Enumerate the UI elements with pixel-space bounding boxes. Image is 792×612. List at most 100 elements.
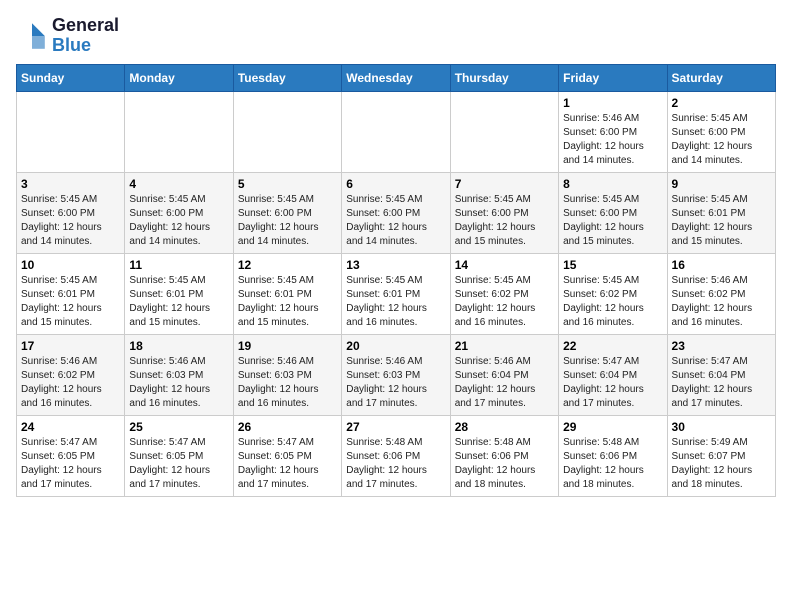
calendar-week-row: 3 Sunrise: 5:45 AM Sunset: 6:00 PM Daylig… [17,172,776,253]
calendar-cell: 20 Sunrise: 5:46 AM Sunset: 6:03 PM Dayli… [342,334,450,415]
day-info: Sunrise: 5:48 AM Sunset: 6:06 PM Dayligh… [563,436,662,492]
calendar-cell: 8 Sunrise: 5:45 AM Sunset: 6:00 PM Daylig… [559,172,667,253]
calendar-cell: 5Sunrise: 5:45 AM Sunset: 6:00 PM Daylig… [233,172,341,253]
page-header: GeneralBlue [16,16,776,56]
calendar-cell [125,91,233,172]
calendar-cell: 25Sunrise: 5:47 AM Sunset: 6:05 PM Dayli… [125,415,233,496]
calendar-cell: 16 Sunrise: 5:46 AM Sunset: 6:02 PM Dayli… [667,253,775,334]
calendar-body: 1Sunrise: 5:46 AM Sunset: 6:00 PM Daylig… [17,91,776,496]
day-info: Sunrise: 5:47 AM Sunset: 6:04 PM Dayligh… [563,355,662,411]
calendar-cell: 27 Sunrise: 5:48 AM Sunset: 6:06 PM Dayli… [342,415,450,496]
calendar-cell: 22 Sunrise: 5:47 AM Sunset: 6:04 PM Dayli… [559,334,667,415]
calendar-week-row: 1Sunrise: 5:46 AM Sunset: 6:00 PM Daylig… [17,91,776,172]
day-info: Sunrise: 5:45 AM Sunset: 6:01 PM Dayligh… [129,274,228,330]
day-number: 16 [672,258,771,272]
day-info: Sunrise: 5:46 AM Sunset: 6:03 PM Dayligh… [238,355,337,411]
day-number: 4 [129,177,228,191]
calendar-week-row: 24Sunrise: 5:47 AM Sunset: 6:05 PM Dayli… [17,415,776,496]
day-number: 10 [21,258,120,272]
day-number: 23 [672,339,771,353]
weekday-header: Saturday [667,64,775,91]
calendar-cell: 3 Sunrise: 5:45 AM Sunset: 6:00 PM Daylig… [17,172,125,253]
day-number: 26 [238,420,337,434]
day-info: Sunrise: 5:49 AM Sunset: 6:07 PM Dayligh… [672,436,771,492]
day-number: 9 [672,177,771,191]
calendar-cell: 24Sunrise: 5:47 AM Sunset: 6:05 PM Dayli… [17,415,125,496]
calendar-cell: 21Sunrise: 5:46 AM Sunset: 6:04 PM Dayli… [450,334,558,415]
day-info: Sunrise: 5:46 AM Sunset: 6:02 PM Dayligh… [21,355,120,411]
day-number: 2 [672,96,771,110]
day-info: Sunrise: 5:48 AM Sunset: 6:06 PM Dayligh… [455,436,554,492]
calendar-week-row: 10 Sunrise: 5:45 AM Sunset: 6:01 PM Dayli… [17,253,776,334]
weekday-header: Thursday [450,64,558,91]
calendar-header-row: SundayMondayTuesdayWednesdayThursdayFrid… [17,64,776,91]
day-info: Sunrise: 5:45 AM Sunset: 6:01 PM Dayligh… [238,274,337,330]
calendar-week-row: 17Sunrise: 5:46 AM Sunset: 6:02 PM Dayli… [17,334,776,415]
weekday-header: Wednesday [342,64,450,91]
calendar-cell: 17Sunrise: 5:46 AM Sunset: 6:02 PM Dayli… [17,334,125,415]
day-number: 30 [672,420,771,434]
day-number: 15 [563,258,662,272]
day-number: 28 [455,420,554,434]
day-number: 22 [563,339,662,353]
day-number: 21 [455,339,554,353]
calendar-cell: 28 Sunrise: 5:48 AM Sunset: 6:06 PM Dayli… [450,415,558,496]
calendar-cell: 19 Sunrise: 5:46 AM Sunset: 6:03 PM Dayli… [233,334,341,415]
day-info: Sunrise: 5:45 AM Sunset: 6:00 PM Dayligh… [563,193,662,249]
day-number: 27 [346,420,445,434]
calendar-cell: 4 Sunrise: 5:45 AM Sunset: 6:00 PM Daylig… [125,172,233,253]
calendar-table: SundayMondayTuesdayWednesdayThursdayFrid… [16,64,776,497]
day-info: Sunrise: 5:46 AM Sunset: 6:00 PM Dayligh… [563,112,662,168]
weekday-header: Tuesday [233,64,341,91]
day-number: 6 [346,177,445,191]
calendar-cell: 13Sunrise: 5:45 AM Sunset: 6:01 PM Dayli… [342,253,450,334]
day-number: 29 [563,420,662,434]
day-info: Sunrise: 5:45 AM Sunset: 6:02 PM Dayligh… [563,274,662,330]
calendar-cell [233,91,341,172]
calendar-cell [450,91,558,172]
calendar-cell: 15 Sunrise: 5:45 AM Sunset: 6:02 PM Dayli… [559,253,667,334]
calendar-cell: 29 Sunrise: 5:48 AM Sunset: 6:06 PM Dayli… [559,415,667,496]
day-info: Sunrise: 5:45 AM Sunset: 6:00 PM Dayligh… [672,112,771,168]
day-info: Sunrise: 5:45 AM Sunset: 6:00 PM Dayligh… [455,193,554,249]
logo-icon [16,20,48,52]
day-info: Sunrise: 5:47 AM Sunset: 6:05 PM Dayligh… [238,436,337,492]
day-info: Sunrise: 5:45 AM Sunset: 6:01 PM Dayligh… [346,274,445,330]
calendar-cell: 9 Sunrise: 5:45 AM Sunset: 6:01 PM Daylig… [667,172,775,253]
calendar-cell: 23 Sunrise: 5:47 AM Sunset: 6:04 PM Dayli… [667,334,775,415]
calendar-cell: 14Sunrise: 5:45 AM Sunset: 6:02 PM Dayli… [450,253,558,334]
day-number: 20 [346,339,445,353]
calendar-cell: 7 Sunrise: 5:45 AM Sunset: 6:00 PM Daylig… [450,172,558,253]
calendar-cell: 12Sunrise: 5:45 AM Sunset: 6:01 PM Dayli… [233,253,341,334]
day-number: 18 [129,339,228,353]
day-info: Sunrise: 5:45 AM Sunset: 6:00 PM Dayligh… [129,193,228,249]
calendar-cell: 18 Sunrise: 5:46 AM Sunset: 6:03 PM Dayli… [125,334,233,415]
day-number: 5 [238,177,337,191]
calendar-cell: 10Sunrise: 5:45 AM Sunset: 6:01 PM Dayli… [17,253,125,334]
calendar-cell: 26 Sunrise: 5:47 AM Sunset: 6:05 PM Dayli… [233,415,341,496]
calendar-cell: 30 Sunrise: 5:49 AM Sunset: 6:07 PM Dayli… [667,415,775,496]
day-number: 25 [129,420,228,434]
day-number: 19 [238,339,337,353]
calendar-cell [17,91,125,172]
day-info: Sunrise: 5:47 AM Sunset: 6:04 PM Dayligh… [672,355,771,411]
weekday-header: Monday [125,64,233,91]
day-info: Sunrise: 5:46 AM Sunset: 6:03 PM Dayligh… [129,355,228,411]
day-number: 7 [455,177,554,191]
day-info: Sunrise: 5:46 AM Sunset: 6:02 PM Dayligh… [672,274,771,330]
day-number: 11 [129,258,228,272]
day-info: Sunrise: 5:45 AM Sunset: 6:02 PM Dayligh… [455,274,554,330]
day-number: 8 [563,177,662,191]
day-info: Sunrise: 5:45 AM Sunset: 6:00 PM Dayligh… [21,193,120,249]
calendar-cell: 2 Sunrise: 5:45 AM Sunset: 6:00 PM Daylig… [667,91,775,172]
day-info: Sunrise: 5:45 AM Sunset: 6:00 PM Dayligh… [346,193,445,249]
day-number: 3 [21,177,120,191]
day-info: Sunrise: 5:46 AM Sunset: 6:03 PM Dayligh… [346,355,445,411]
day-info: Sunrise: 5:45 AM Sunset: 6:01 PM Dayligh… [672,193,771,249]
calendar-cell: 1Sunrise: 5:46 AM Sunset: 6:00 PM Daylig… [559,91,667,172]
logo-text: GeneralBlue [52,16,119,56]
calendar-cell: 11 Sunrise: 5:45 AM Sunset: 6:01 PM Dayli… [125,253,233,334]
day-info: Sunrise: 5:47 AM Sunset: 6:05 PM Dayligh… [21,436,120,492]
logo: GeneralBlue [16,16,119,56]
day-info: Sunrise: 5:48 AM Sunset: 6:06 PM Dayligh… [346,436,445,492]
